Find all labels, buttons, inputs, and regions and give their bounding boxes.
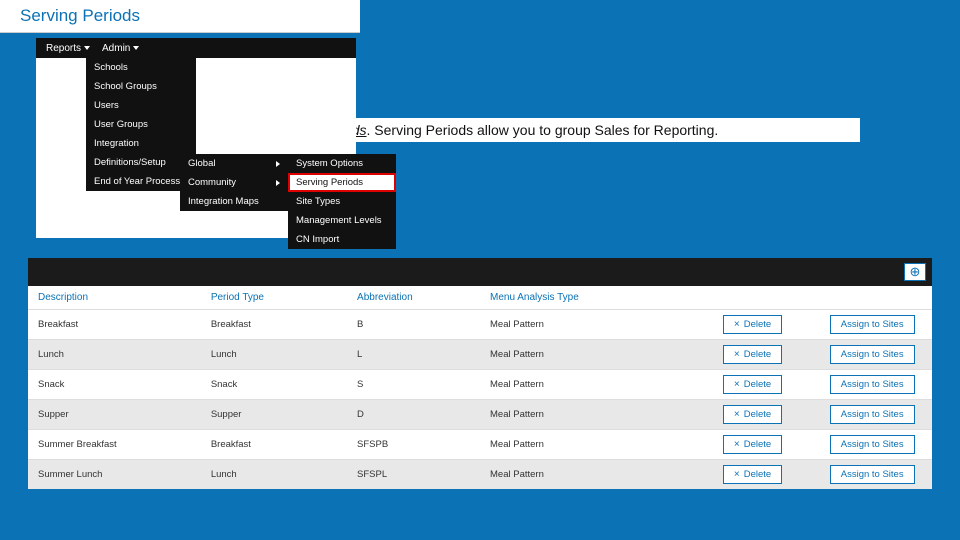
- definitions-label: Definitions/Setup: [94, 157, 166, 168]
- community-label: Community: [188, 177, 236, 188]
- definitions-dropdown: Global Community Integration Maps: [180, 154, 288, 211]
- table-row[interactable]: Summer LunchLunchSFSPLMeal Pattern × Delet…: [28, 459, 932, 489]
- menu-screenshot: Reports Admin Schools School Groups User…: [36, 38, 356, 238]
- delete-label: Delete: [744, 349, 771, 360]
- page-title: Serving Periods: [0, 0, 360, 33]
- col-menu-analysis-type[interactable]: Menu Analysis Type: [480, 286, 693, 309]
- menu-item-integration[interactable]: Integration: [86, 134, 196, 153]
- menu-bar: Reports Admin: [36, 38, 356, 58]
- assign-to-sites-button[interactable]: Assign to Sites: [830, 345, 915, 364]
- x-icon: ×: [734, 349, 740, 360]
- table-body: BreakfastBreakfastBMeal Pattern×DeleteAs…: [28, 309, 932, 489]
- delete-button[interactable]: × Delete: [723, 315, 782, 334]
- cell-period-type: Supper: [201, 399, 347, 429]
- assign-to-sites-button[interactable]: Assign to Sites: [830, 375, 915, 394]
- delete-button[interactable]: × Delete: [723, 405, 782, 424]
- assign-to-sites-button[interactable]: Assign to Sites: [830, 315, 915, 334]
- menu-item-system-options[interactable]: System Options: [288, 154, 396, 173]
- menu-item-cn-import[interactable]: CN Import: [288, 230, 396, 249]
- table-row[interactable]: BreakfastBreakfastBMeal Pattern×DeleteAs…: [28, 309, 932, 339]
- cell-period-type: Snack: [201, 369, 347, 399]
- table-row[interactable]: Summer BreakfastBreakfastSFSPBMeal Patte…: [28, 429, 932, 459]
- menu-admin-label: Admin: [102, 43, 130, 54]
- menu-reports[interactable]: Reports: [40, 41, 96, 56]
- cell-menu-analysis-type: Meal Pattern: [480, 429, 693, 459]
- cell-description: Summer Breakfast: [28, 429, 201, 459]
- cell-period-type: Lunch: [201, 459, 347, 489]
- caret-down-icon: [84, 46, 90, 50]
- col-description[interactable]: Description: [28, 286, 201, 309]
- delete-button[interactable]: × Delete: [723, 465, 782, 484]
- table-header: Description Period Type Abbreviation Men…: [28, 286, 932, 309]
- arrow-right-icon: [276, 180, 280, 186]
- x-icon: ×: [734, 469, 740, 480]
- x-icon: ×: [734, 439, 740, 450]
- cell-menu-analysis-type: Meal Pattern: [480, 399, 693, 429]
- cell-abbreviation: L: [347, 339, 480, 369]
- menu-reports-label: Reports: [46, 43, 81, 54]
- menu-item-users[interactable]: Users: [86, 96, 196, 115]
- delete-label: Delete: [744, 379, 771, 390]
- delete-label: Delete: [744, 319, 771, 330]
- instruction-suffix: . Serving Periods allow you to group Sal…: [367, 122, 719, 138]
- assign-to-sites-button[interactable]: Assign to Sites: [830, 405, 915, 424]
- menu-admin[interactable]: Admin: [96, 41, 145, 56]
- delete-label: Delete: [744, 469, 771, 480]
- cell-period-type: Breakfast: [201, 429, 347, 459]
- col-abbreviation[interactable]: Abbreviation: [347, 286, 480, 309]
- cell-menu-analysis-type: Meal Pattern: [480, 369, 693, 399]
- table-row[interactable]: SupperSupperDMeal Pattern×DeleteAssign t…: [28, 399, 932, 429]
- delete-label: Delete: [744, 439, 771, 450]
- menu-item-school-groups[interactable]: School Groups: [86, 77, 196, 96]
- cell-description: Lunch: [28, 339, 201, 369]
- assign-to-sites-button[interactable]: Assign to Sites: [830, 465, 915, 484]
- menu-item-integration-maps[interactable]: Integration Maps: [180, 192, 288, 211]
- cell-abbreviation: B: [347, 309, 480, 339]
- serving-periods-table: ⊕ Description Period Type Abbreviation M…: [28, 258, 932, 489]
- cell-menu-analysis-type: Meal Pattern: [480, 339, 693, 369]
- menu-item-site-types[interactable]: Site Types: [288, 192, 396, 211]
- table-row[interactable]: LunchLunchLMeal Pattern×DeleteAssign to …: [28, 339, 932, 369]
- cell-abbreviation: SFSPL: [347, 459, 480, 489]
- cell-abbreviation: S: [347, 369, 480, 399]
- global-dropdown: System Options Serving Periods Site Type…: [288, 154, 396, 249]
- menu-item-management-levels[interactable]: Management Levels: [288, 211, 396, 230]
- assign-to-sites-button[interactable]: Assign to Sites: [830, 435, 915, 454]
- cell-period-type: Lunch: [201, 339, 347, 369]
- menu-item-community[interactable]: Community: [180, 173, 288, 192]
- menu-item-serving-periods[interactable]: Serving Periods: [288, 173, 396, 192]
- cell-description: Summer Lunch: [28, 459, 201, 489]
- cell-description: Breakfast: [28, 309, 201, 339]
- cell-description: Snack: [28, 369, 201, 399]
- cell-menu-analysis-type: Meal Pattern: [480, 309, 693, 339]
- menu-item-user-groups[interactable]: User Groups: [86, 115, 196, 134]
- cell-period-type: Breakfast: [201, 309, 347, 339]
- cell-description: Supper: [28, 399, 201, 429]
- cell-menu-analysis-type: Meal Pattern: [480, 459, 693, 489]
- x-icon: ×: [734, 409, 740, 420]
- caret-down-icon: [133, 46, 139, 50]
- table-toolbar: ⊕: [28, 258, 932, 286]
- menu-item-schools[interactable]: Schools: [86, 58, 196, 77]
- add-icon: ⊕: [910, 264, 921, 280]
- x-icon: ×: [734, 319, 740, 330]
- delete-button[interactable]: × Delete: [723, 435, 782, 454]
- table-row[interactable]: SnackSnackSMeal Pattern×DeleteAssign to …: [28, 369, 932, 399]
- menu-item-global[interactable]: Global: [180, 154, 288, 173]
- x-icon: ×: [734, 379, 740, 390]
- delete-button[interactable]: × Delete: [723, 375, 782, 394]
- cell-abbreviation: D: [347, 399, 480, 429]
- add-button[interactable]: ⊕: [904, 263, 926, 281]
- delete-button[interactable]: × Delete: [723, 345, 782, 364]
- global-label: Global: [188, 158, 215, 169]
- arrow-right-icon: [276, 161, 280, 167]
- col-period-type[interactable]: Period Type: [201, 286, 347, 309]
- delete-label: Delete: [744, 409, 771, 420]
- cell-abbreviation: SFSPB: [347, 429, 480, 459]
